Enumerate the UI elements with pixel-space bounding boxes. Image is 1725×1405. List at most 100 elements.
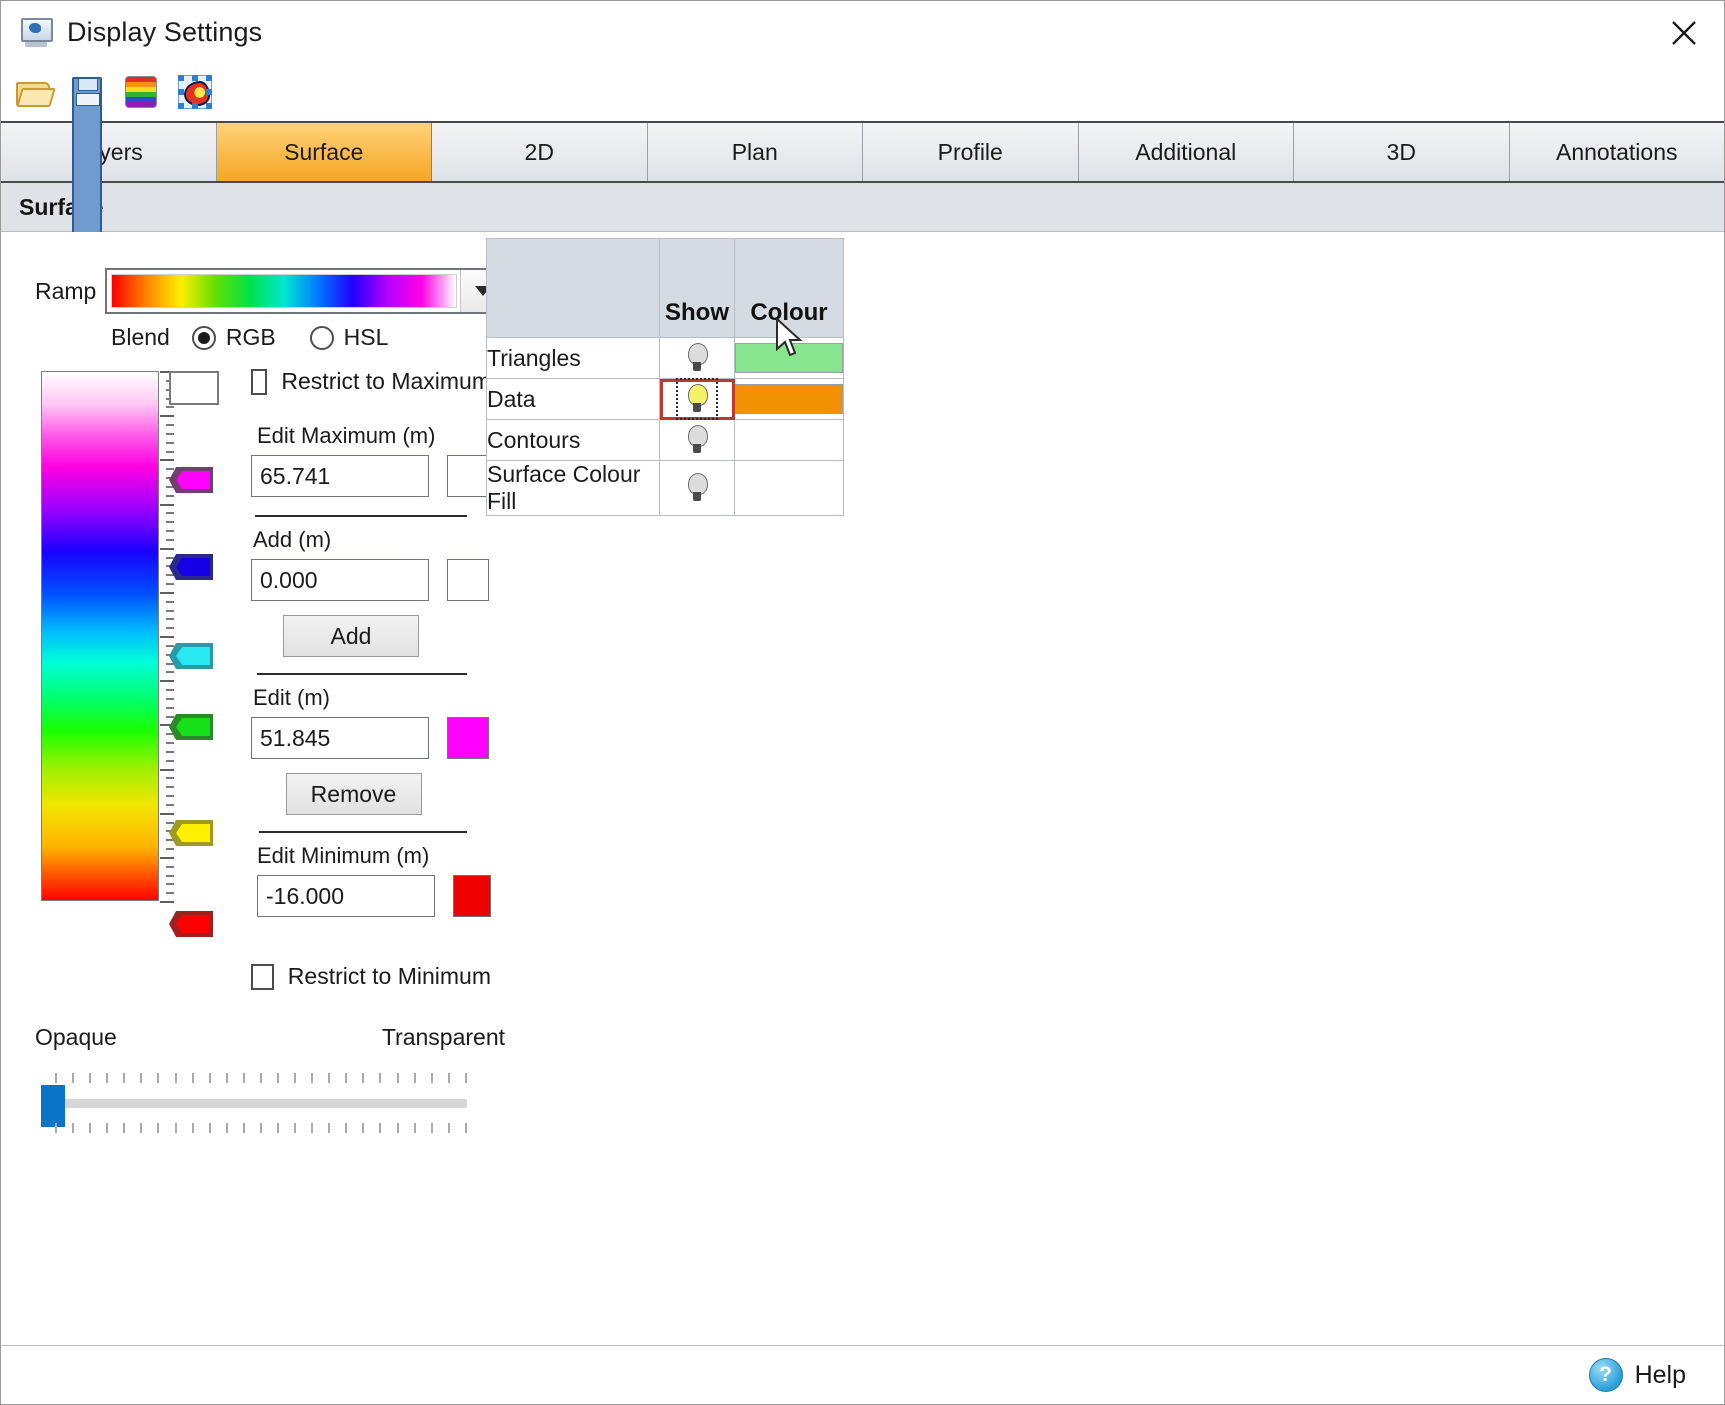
tab-plan[interactable]: Plan [647,123,863,181]
tab-additional[interactable]: Additional [1078,123,1294,181]
tab-annotations[interactable]: Annotations [1509,123,1724,181]
edit-maximum-input[interactable] [251,455,429,497]
restrict-maximum-checkbox[interactable]: Restrict to Maximum [251,368,491,395]
surface-form: Restrict to Maximum Edit Maximum (m) Add… [251,368,491,990]
ramp-label: Ramp [35,277,97,304]
colour-marker-5[interactable] [169,820,213,846]
opacity-ticks-bottom [55,1123,467,1133]
tab-profile[interactable]: Profile [863,123,1079,181]
edit-minimum-swatch[interactable] [453,875,491,917]
blend-label: Blend [111,324,170,350]
restrict-minimum-checkbox[interactable]: Restrict to Minimum [251,963,491,990]
colour-cell-contours[interactable] [734,419,844,461]
opacity-slider-thumb[interactable] [41,1085,65,1127]
add-button[interactable]: Add [283,615,419,657]
row-label-contours: Contours [486,419,660,461]
restrict-minimum-label: Restrict to Minimum [287,963,491,989]
app-icon [19,17,53,47]
colour-marker-3[interactable] [169,643,213,669]
opacity-ticks-top [55,1073,467,1083]
radio-rgb-label: RGB [225,324,276,350]
radio-hsl[interactable]: HSL [309,324,389,351]
ramp-dropdown[interactable] [105,268,507,314]
table-row[interactable]: Data [486,378,844,420]
close-icon[interactable] [1662,11,1706,55]
add-label: Add (m) [253,527,332,552]
colour-marker-4[interactable] [169,714,213,740]
row-label-data: Data [486,378,660,420]
column-header-name [486,238,660,338]
table-row[interactable]: Triangles [486,337,844,379]
help-icon: ? [1588,1358,1623,1392]
remove-button[interactable]: Remove [285,773,422,815]
colour-ramp-gradient[interactable] [41,371,159,901]
table-header-row: Show Colour [486,238,844,338]
opacity-slider[interactable] [35,1073,467,1133]
tab-layers[interactable]: Layers [1,123,217,181]
radio-hsl-indicator[interactable] [309,325,334,350]
tab-surface[interactable]: Surface [216,123,432,181]
ramp-row: Ramp [35,268,507,314]
colour-cell-data[interactable] [734,378,844,420]
colour-marker-6[interactable] [169,911,213,937]
help-button[interactable]: ? Help [1588,1358,1686,1392]
tab-3d[interactable]: 3D [1294,123,1510,181]
show-toggle-data[interactable] [659,378,735,420]
colour-cell-surface-colour-fill[interactable] [734,460,844,516]
edit-maximum-label: Edit Maximum (m) [257,423,436,448]
show-toggle-triangles[interactable] [659,337,735,379]
row-label-surface-colour-fill: Surface Colour Fill [486,460,660,516]
save-icon[interactable] [65,70,109,1201]
add-swatch[interactable] [447,559,489,601]
divider-3 [259,831,467,833]
radio-rgb-indicator[interactable] [191,325,216,350]
colour-marker-2[interactable] [169,554,213,580]
opacity-slider-track[interactable] [55,1099,467,1108]
restrict-maximum-box[interactable] [251,368,268,395]
divider-1 [255,515,467,517]
colour-chip[interactable] [735,343,843,373]
colour-marker-top[interactable] [169,371,219,405]
radio-rgb[interactable]: RGB [191,324,276,351]
edit-input[interactable] [251,717,429,759]
colour-ramp-bar[interactable] [41,371,174,903]
lightbulb-icon[interactable] [686,343,708,373]
palette-icon[interactable] [119,70,163,114]
section-title: Surface [1,183,1724,232]
help-label: Help [1634,1360,1686,1389]
edit-maximum-group: Edit Maximum (m) [251,423,491,497]
divider-2 [257,673,467,675]
colour-cell-triangles[interactable] [734,337,844,379]
radio-hsl-label: HSL [343,324,389,350]
edit-maximum-swatch[interactable] [447,455,489,497]
edit-minimum-label: Edit Minimum (m) [257,843,430,868]
colour-marker-1[interactable] [169,467,213,493]
lightbulb-icon[interactable] [686,425,708,455]
add-group: Add (m) Add [251,527,491,657]
colour-chip[interactable] [735,384,843,414]
footer-bar: ? Help [1,1345,1724,1404]
edit-label: Edit (m) [253,685,330,710]
title-bar: Display Settings [1,1,1724,63]
show-toggle-surface-colour-fill[interactable] [659,460,735,516]
layer-table: Show Colour Triangles Data Contours Surf… [486,238,844,516]
open-icon[interactable] [11,70,56,114]
table-row[interactable]: Surface Colour Fill [486,460,844,516]
show-toggle-contours[interactable] [659,419,735,461]
edit-group: Edit (m) Remove [251,685,491,815]
lightbulb-icon[interactable] [686,473,708,503]
edit-swatch[interactable] [447,717,489,759]
lightbulb-icon[interactable] [686,384,708,414]
row-label-triangles: Triangles [486,337,660,379]
edit-minimum-group: Edit Minimum (m) [251,843,491,917]
add-input[interactable] [251,559,429,601]
tab-2d[interactable]: 2D [432,123,648,181]
opacity-control: Opaque Transparent [35,1024,505,1133]
colour-marker-list [169,371,219,937]
edit-minimum-input[interactable] [257,875,435,917]
shape-icon[interactable] [173,70,217,114]
restrict-minimum-box[interactable] [251,963,274,990]
restrict-maximum-label: Restrict to Maximum [281,368,491,394]
table-row[interactable]: Contours [486,419,844,461]
column-header-show: Show [659,238,735,338]
